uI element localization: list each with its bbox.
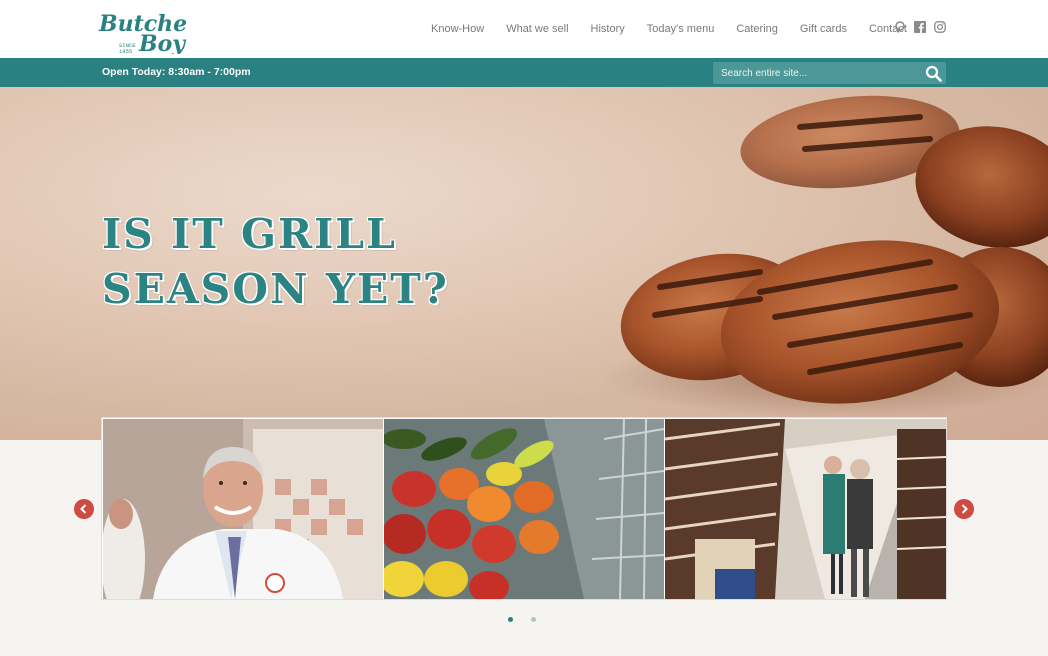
info-bar: Open Today: 8:30am - 7:00pm [0, 58, 1048, 87]
brand-logo[interactable]: Butcher SINCE 1955 Boy [97, 4, 187, 54]
search-icon[interactable] [925, 65, 942, 82]
chevron-left-icon [80, 504, 87, 514]
facebook-icon[interactable] [914, 20, 926, 33]
store-hours: Open Today: 8:30am - 7:00pm [102, 66, 251, 78]
instagram-icon[interactable] [934, 20, 946, 33]
chevron-right-icon [961, 504, 968, 514]
wine-aisle-image [665, 419, 946, 599]
site-header: Butcher SINCE 1955 Boy Know-How What we … [0, 0, 1048, 58]
peppers-image [384, 419, 664, 599]
brand-name-line2: Boy [138, 31, 187, 54]
photo-carousel [101, 417, 947, 600]
brand-logo-mark: Butcher SINCE 1955 Boy [98, 11, 187, 54]
social-links [894, 20, 946, 33]
carousel-dot-2[interactable] [531, 617, 536, 622]
hero-headline: IS IT GRILL SEASON YET? [102, 207, 449, 317]
search-input[interactable] [713, 62, 918, 84]
carousel-dot-1[interactable] [508, 617, 513, 622]
peppers-photo[interactable] [384, 419, 664, 599]
nav-item-todays-menu[interactable]: Today's menu [636, 0, 726, 58]
carousel-prev-button[interactable] [74, 499, 94, 519]
main-nav: Know-How What we sell History Today's me… [420, 0, 918, 58]
wine-aisle-photo[interactable] [665, 419, 946, 599]
carousel-pagination [508, 617, 536, 622]
grilled-chicken-image [600, 95, 1048, 417]
butcher-image [103, 419, 383, 599]
hero-headline-line2: SEASON YET? [102, 265, 449, 313]
nav-item-gift-cards[interactable]: Gift cards [789, 0, 858, 58]
nav-item-what-we-sell[interactable]: What we sell [495, 0, 579, 58]
nav-item-catering[interactable]: Catering [725, 0, 789, 58]
site-search [713, 62, 946, 84]
hero-banner[interactable]: IS IT GRILL SEASON YET? [0, 87, 1048, 440]
pinterest-icon[interactable] [894, 20, 906, 33]
carousel-next-button[interactable] [954, 499, 974, 519]
nav-item-history[interactable]: History [580, 0, 636, 58]
hero-headline-line1: IS IT GRILL [102, 210, 397, 258]
nav-item-know-how[interactable]: Know-How [420, 0, 495, 58]
butcher-photo[interactable] [103, 419, 383, 599]
brand-year: 1955 [119, 48, 132, 54]
